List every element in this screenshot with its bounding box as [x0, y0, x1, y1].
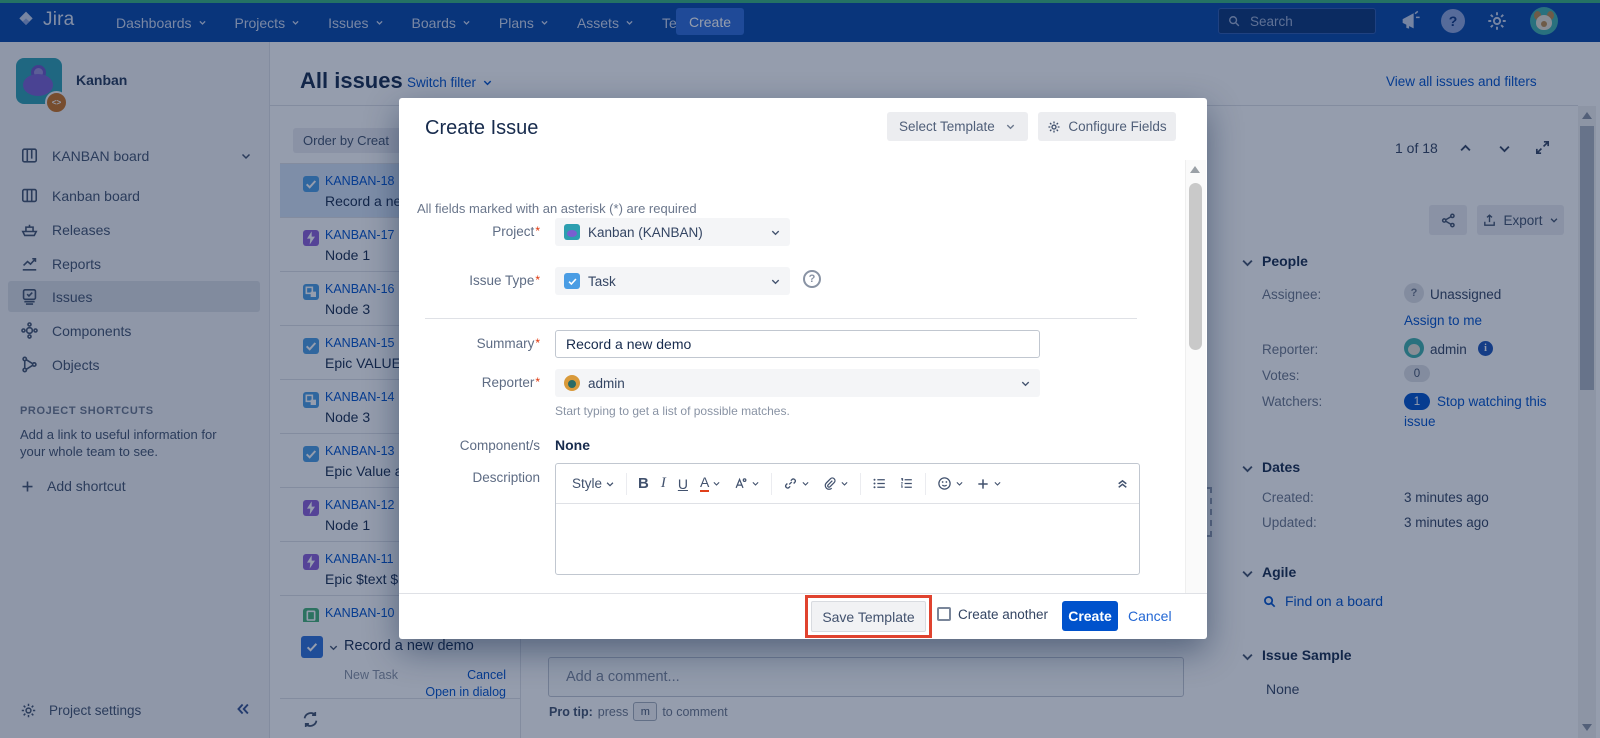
chevron-down-icon — [770, 276, 781, 287]
font-size-icon — [733, 476, 748, 491]
text-size-button[interactable] — [727, 476, 766, 491]
emoji-button[interactable] — [931, 476, 970, 491]
modal-scrollbar-thumb[interactable] — [1189, 183, 1202, 350]
chevron-down-icon — [1005, 121, 1016, 132]
summary-field-label: Summary* — [399, 336, 540, 351]
chevron-down-icon — [751, 479, 760, 488]
link-button[interactable] — [777, 476, 816, 491]
chevron-down-icon — [840, 479, 849, 488]
emoji-icon — [937, 476, 952, 491]
cancel-link[interactable]: Cancel — [1128, 608, 1172, 624]
summary-input[interactable] — [555, 330, 1040, 358]
chevron-down-icon — [712, 479, 721, 488]
save-template-button[interactable]: Save Template — [811, 601, 926, 632]
text-color-button[interactable]: A — [694, 475, 727, 492]
editor-toolbar: Style B I U A — [556, 464, 1139, 504]
create-another-checkbox[interactable] — [937, 607, 951, 621]
chevron-down-icon — [801, 479, 810, 488]
chevron-down-icon — [770, 227, 781, 238]
task-type-icon — [564, 273, 580, 289]
project-select[interactable]: Kanban (KANBAN) — [555, 218, 790, 246]
description-field-label: Description — [399, 470, 540, 485]
configure-fields-button[interactable]: Configure Fields — [1038, 112, 1176, 141]
reporter-avatar-icon — [564, 375, 580, 391]
attachment-button[interactable] — [816, 476, 855, 491]
style-dropdown[interactable]: Style — [566, 476, 621, 491]
chevron-down-icon — [605, 479, 615, 489]
modal-divider — [425, 318, 1137, 319]
issue-type-field-label: Issue Type* — [399, 273, 540, 288]
bullet-list-button[interactable] — [866, 476, 893, 491]
issue-type-help-icon[interactable]: ? — [803, 270, 821, 288]
modal-scrollbar-up-arrow[interactable] — [1190, 166, 1200, 173]
numbered-list-icon — [899, 476, 914, 491]
numbered-list-button[interactable] — [893, 476, 920, 491]
reporter-select[interactable]: admin — [555, 369, 1040, 397]
components-field-label: Component/s — [399, 438, 540, 453]
chevron-down-icon — [1020, 378, 1031, 389]
link-icon — [783, 476, 798, 491]
reporter-field-label: Reporter* — [399, 375, 540, 390]
plus-icon — [976, 477, 990, 491]
create-issue-modal: Create Issue Select Template Configure F… — [399, 98, 1207, 639]
modal-title: Create Issue — [425, 117, 538, 140]
underline-button[interactable]: U — [672, 476, 694, 492]
save-template-highlight-annotation: Save Template — [805, 595, 932, 638]
bullet-list-icon — [872, 476, 887, 491]
description-textarea[interactable] — [556, 504, 1139, 574]
issue-type-select[interactable]: Task — [555, 267, 790, 295]
description-editor[interactable]: Style B I U A — [555, 463, 1140, 575]
gear-icon — [1047, 120, 1061, 134]
create-another-label: Create another — [958, 607, 1048, 622]
collapse-toolbar-icon[interactable] — [1116, 477, 1129, 490]
bold-button[interactable]: B — [632, 475, 655, 492]
required-fields-note: All fields marked with an asterisk (*) a… — [417, 201, 697, 216]
jira-app: Jira Dashboards Projects Issues Boards P… — [0, 0, 1600, 738]
chevron-down-icon — [993, 479, 1002, 488]
chevron-down-icon — [955, 479, 964, 488]
reporter-hint: Start typing to get a list of possible m… — [555, 404, 790, 418]
insert-more-button[interactable] — [970, 477, 1008, 491]
components-value: None — [555, 437, 590, 453]
italic-button[interactable]: I — [655, 475, 672, 492]
select-template-dropdown[interactable]: Select Template — [887, 112, 1028, 141]
project-avatar-icon — [564, 224, 580, 240]
create-submit-button[interactable]: Create — [1062, 601, 1118, 631]
paperclip-icon — [822, 476, 837, 491]
project-field-label: Project* — [399, 224, 540, 239]
